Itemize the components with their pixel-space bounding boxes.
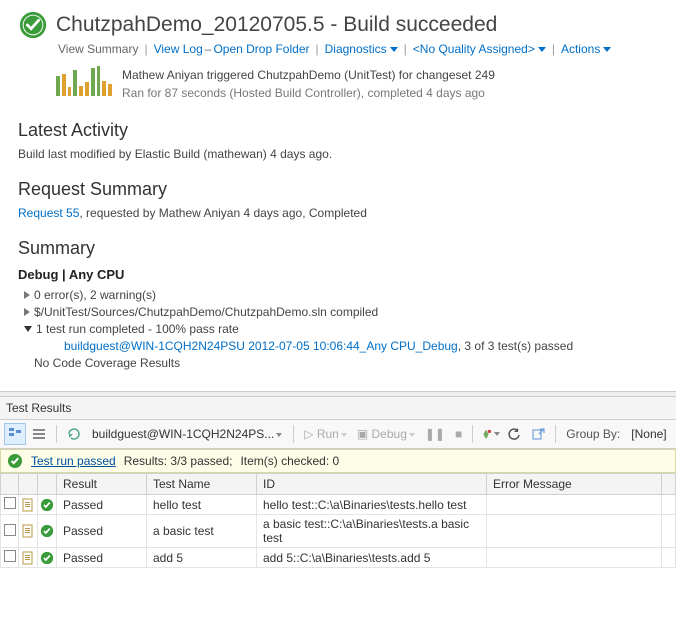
build-config-text: Debug | Any CPU bbox=[18, 267, 658, 282]
table-row[interactable]: Passeda basic testa basic test::C:\a\Bin… bbox=[1, 515, 676, 548]
run-selector[interactable]: buildguest@WIN-1CQH2N24PS... bbox=[87, 424, 287, 444]
filter-button[interactable] bbox=[479, 423, 501, 445]
open-drop-folder-link[interactable]: Open Drop Folder bbox=[213, 42, 309, 56]
group-by-label: Group By: bbox=[562, 427, 624, 441]
row-checkbox[interactable] bbox=[4, 524, 16, 536]
testrun-link[interactable]: buildguest@WIN-1CQH2N24PSU 2012-07-05 10… bbox=[64, 339, 458, 353]
cell-test-name: a basic test bbox=[147, 515, 257, 548]
items-checked-text: Item(s) checked: 0 bbox=[240, 454, 339, 468]
test-run-passed-link[interactable]: Test run passed bbox=[31, 454, 116, 468]
table-row[interactable]: Passedhello testhello test::C:\a\Binarie… bbox=[1, 495, 676, 515]
test-document-icon bbox=[19, 495, 38, 515]
row-checkbox[interactable] bbox=[4, 497, 16, 509]
request-link[interactable]: Request 55 bbox=[18, 206, 79, 220]
view-summary-text: View Summary bbox=[58, 42, 138, 56]
cell-error bbox=[487, 515, 662, 548]
test-status-bar: Test run passed Results: 3/3 passed; Ite… bbox=[0, 449, 676, 473]
collapse-icon bbox=[24, 326, 32, 332]
cell-id: add 5::C:\a\Binaries\tests.add 5 bbox=[257, 548, 487, 568]
compiled-row[interactable]: $/UnitTest/Sources/ChutzpahDemo/Chutzpah… bbox=[24, 305, 658, 319]
build-trigger-text: Mathew Aniyan triggered ChutzpahDemo (Un… bbox=[122, 66, 495, 84]
run-button: ▷ Run bbox=[300, 427, 351, 441]
latest-activity-heading: Latest Activity bbox=[18, 120, 658, 141]
request-summary-heading: Request Summary bbox=[18, 179, 658, 200]
cell-id: a basic test::C:\a\Binaries\tests.a basi… bbox=[257, 515, 487, 548]
test-document-icon bbox=[19, 515, 38, 548]
col-id[interactable]: ID bbox=[257, 474, 487, 495]
page-title: ChutzpahDemo_20120705.5 - Build succeede… bbox=[56, 13, 497, 37]
view-hierarchy-button[interactable] bbox=[4, 423, 26, 445]
cell-result: Passed bbox=[57, 515, 147, 548]
test-results-toolbar: buildguest@WIN-1CQH2N24PS... ▷ Run ▣ Deb… bbox=[0, 420, 676, 449]
col-test-name[interactable]: Test Name bbox=[147, 474, 257, 495]
chevron-down-icon bbox=[603, 47, 611, 52]
results-count-text: Results: 3/3 passed; bbox=[124, 454, 233, 468]
reset-button[interactable] bbox=[503, 423, 525, 445]
test-document-icon bbox=[19, 548, 38, 568]
export-button[interactable] bbox=[527, 423, 549, 445]
testrun-row[interactable]: 1 test run completed - 100% pass rate bbox=[24, 322, 658, 336]
refresh-button[interactable] bbox=[63, 423, 85, 445]
status-success-icon bbox=[7, 453, 23, 469]
col-result[interactable]: Result bbox=[57, 474, 147, 495]
cell-test-name: hello test bbox=[147, 495, 257, 515]
row-checkbox[interactable] bbox=[4, 550, 16, 562]
cell-error bbox=[487, 548, 662, 568]
cell-error bbox=[487, 495, 662, 515]
test-results-panel-label: Test Results bbox=[0, 397, 676, 420]
chevron-down-icon bbox=[390, 47, 398, 52]
chevron-down-icon bbox=[538, 47, 546, 52]
view-flat-button[interactable] bbox=[28, 423, 50, 445]
request-rest-text: , requested by Mathew Aniyan 4 days ago,… bbox=[79, 206, 367, 220]
expand-icon bbox=[24, 308, 30, 316]
pause-button: ❚❚ bbox=[421, 427, 449, 441]
view-log-link[interactable]: View Log bbox=[154, 42, 203, 56]
quality-dropdown[interactable]: <No Quality Assigned> bbox=[413, 42, 546, 56]
build-history-chart bbox=[56, 66, 112, 96]
actions-dropdown[interactable]: Actions bbox=[561, 42, 611, 56]
cell-result: Passed bbox=[57, 495, 147, 515]
diagnostics-dropdown[interactable]: Diagnostics bbox=[325, 42, 398, 56]
errors-row[interactable]: 0 error(s), 2 warning(s) bbox=[24, 288, 658, 302]
testrun-rest: , 3 of 3 test(s) passed bbox=[458, 339, 573, 353]
build-duration-text: Ran for 87 seconds (Hosted Build Control… bbox=[122, 84, 495, 102]
debug-button: ▣ Debug bbox=[353, 427, 419, 441]
summary-heading: Summary bbox=[18, 238, 658, 259]
status-success-icon bbox=[38, 515, 57, 548]
status-success-icon bbox=[18, 10, 48, 40]
action-link-bar: View Summary | View Log – Open Drop Fold… bbox=[58, 42, 658, 56]
latest-activity-text: Build last modified by Elastic Build (ma… bbox=[18, 147, 658, 161]
status-success-icon bbox=[38, 495, 57, 515]
test-results-grid: Result Test Name ID Error Message Passed… bbox=[0, 473, 676, 568]
table-row[interactable]: Passedadd 5add 5::C:\a\Binaries\tests.ad… bbox=[1, 548, 676, 568]
status-success-icon bbox=[38, 548, 57, 568]
cell-id: hello test::C:\a\Binaries\tests.hello te… bbox=[257, 495, 487, 515]
stop-button: ■ bbox=[451, 427, 466, 441]
cell-result: Passed bbox=[57, 548, 147, 568]
coverage-row: No Code Coverage Results bbox=[34, 356, 658, 370]
cell-test-name: add 5 bbox=[147, 548, 257, 568]
expand-icon bbox=[24, 291, 30, 299]
group-by-selector[interactable]: [None] bbox=[626, 424, 671, 444]
col-error[interactable]: Error Message bbox=[487, 474, 662, 495]
